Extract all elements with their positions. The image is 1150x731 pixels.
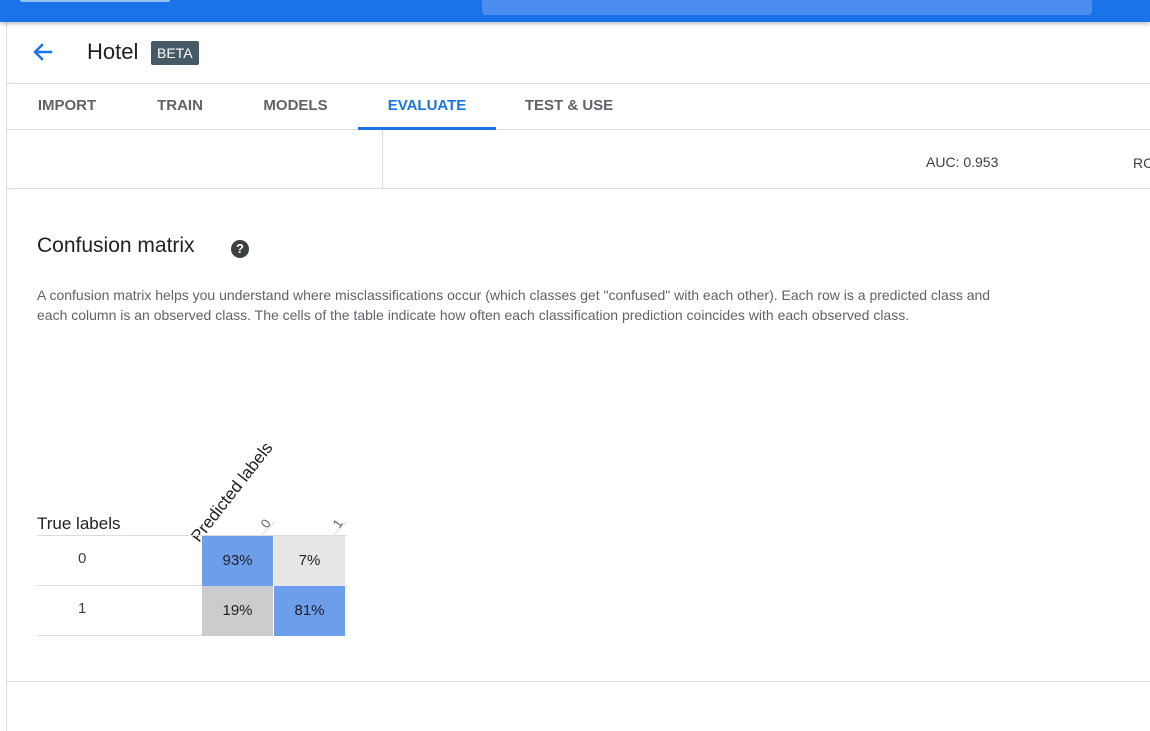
page-title: Hotel (87, 39, 139, 64)
row-label-1: 1 (78, 600, 87, 617)
search-bar[interactable] (482, 0, 1092, 15)
column-header-1: 1 (329, 516, 346, 531)
auc-value: AUC: 0.953 (926, 154, 999, 170)
tab-evaluate[interactable]: EVALUATE (358, 84, 496, 130)
row-label-0: 0 (78, 550, 87, 567)
true-labels-heading: True labels (37, 514, 121, 533)
beta-badge: BETA (151, 41, 199, 65)
tab-models[interactable]: MODELS (233, 84, 358, 130)
matrix-cell-0-1: 7% (274, 536, 346, 586)
confusion-matrix-title: Confusion matrix (37, 234, 195, 257)
section-divider (7, 681, 1150, 682)
tab-train[interactable]: TRAIN (127, 84, 233, 130)
column-header-0: 0 (257, 516, 274, 531)
matrix-cell-1-0: 19% (202, 586, 274, 636)
metrics-divider (382, 130, 383, 189)
help-circle-icon[interactable]: ? (231, 240, 249, 258)
tab-bar: IMPORT TRAIN MODELS EVALUATE TEST & USE (7, 84, 1150, 130)
back-arrow-icon[interactable] (29, 38, 57, 66)
top-app-bar (0, 0, 1150, 22)
page-header: Hotel BETA (7, 22, 1150, 84)
project-selector[interactable] (20, 0, 170, 2)
tab-import[interactable]: IMPORT (7, 84, 127, 130)
matrix-cell-1-1: 81% (274, 586, 346, 636)
metrics-summary: AUC: 0.953 RC (7, 130, 1150, 189)
tab-test-and-use[interactable]: TEST & USE (496, 84, 642, 130)
matrix-cell-0-0: 93% (202, 536, 274, 586)
roc-label: RC (1133, 155, 1150, 171)
confusion-matrix-description: A confusion matrix helps you understand … (37, 287, 991, 323)
